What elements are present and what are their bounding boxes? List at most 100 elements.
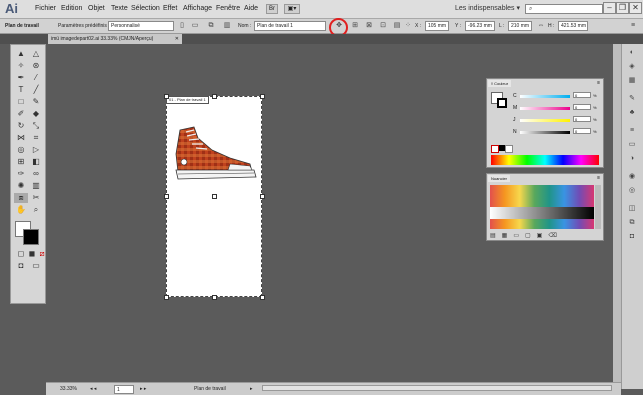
artboard-handle[interactable] [260, 295, 265, 300]
lasso-tool-icon[interactable]: ⊛ [29, 61, 43, 71]
swatches-panel-buttons[interactable]: ▤▦▭▢▣⌫ [490, 232, 563, 239]
eraser-tool-icon[interactable]: ◆ [29, 109, 43, 119]
magic-wand-tool-icon[interactable]: ✧ [14, 61, 28, 71]
artboard-nav-prev[interactable]: ◂ ◂ [90, 385, 96, 394]
black-value[interactable]: 0 [573, 128, 591, 134]
direct-selection-tool-icon[interactable]: △ [29, 49, 43, 59]
swatches-panel-tab[interactable]: Nuancier [488, 175, 511, 182]
gradient-icon[interactable]: ▭ [627, 140, 637, 150]
menu-fichier[interactable]: Fichier [35, 0, 56, 18]
slice-tool-icon[interactable]: ✂ [29, 193, 43, 203]
menu-aide[interactable]: Aide [244, 0, 258, 18]
appearance-icon[interactable]: ◉ [627, 172, 637, 182]
stroke-swatch[interactable] [23, 229, 39, 245]
stroke-icon[interactable]: ≡ [627, 126, 637, 136]
brushes-icon[interactable]: ✎ [627, 94, 637, 104]
magenta-slider[interactable] [520, 107, 570, 110]
zoom-level[interactable]: 33.33% [60, 385, 77, 394]
width-field[interactable]: 210 mm [508, 21, 532, 31]
artboard-handle[interactable] [260, 94, 265, 99]
width-tool-icon[interactable]: ⋈ [14, 133, 28, 143]
minimize-button[interactable]: – [603, 2, 616, 14]
status-menu-arrow[interactable]: ▸ [250, 385, 253, 394]
portrait-icon[interactable]: ▯ [177, 21, 187, 31]
delete-artboard-icon[interactable]: ▥ [222, 21, 232, 31]
align-icon[interactable]: ◘ [627, 232, 637, 242]
arrange-documents-button[interactable]: ▣▾ [284, 4, 300, 14]
cyan-slider[interactable] [520, 95, 570, 98]
stroke-swatch[interactable] [497, 98, 507, 108]
menu-texte[interactable]: Texte [111, 0, 128, 18]
preset-dropdown[interactable]: Personnalisé [108, 21, 174, 31]
scale-tool-icon[interactable]: ⤡ [29, 121, 43, 131]
search-field[interactable]: ⌕ [525, 4, 603, 14]
free-transform-tool-icon[interactable]: ⌗ [29, 133, 43, 143]
height-field[interactable]: 421.53 mm [558, 21, 588, 31]
workspace-switcher[interactable]: Les indispensables ▾ [455, 0, 520, 18]
yellow-value[interactable]: 0 [573, 116, 591, 122]
menu-fenetre[interactable]: Fenêtre [216, 0, 240, 18]
screen-mode-icon[interactable]: ▭ [29, 261, 43, 271]
artboard-handle[interactable] [212, 94, 217, 99]
none-mode-icon[interactable]: ⧄ [35, 249, 49, 259]
gradient-tool-icon[interactable]: ◧ [29, 157, 43, 167]
curvature-tool-icon[interactable]: ⁄ [29, 73, 43, 83]
white-swatch[interactable] [505, 145, 513, 153]
menu-effet[interactable]: Effet [163, 0, 177, 18]
reference-point-icon[interactable]: ⁘ [403, 21, 413, 31]
column-graph-tool-icon[interactable]: ▥ [29, 181, 43, 191]
artboards-icon[interactable]: ⧉ [627, 218, 637, 228]
vertical-scrollbar[interactable] [613, 44, 621, 382]
color-guide-icon[interactable]: ◈ [627, 62, 637, 72]
swatches-scrollbar[interactable] [595, 185, 601, 229]
magenta-value[interactable]: 0 [573, 104, 591, 110]
menu-selection[interactable]: Sélection [131, 0, 160, 18]
panel-menu-icon[interactable]: ≡ [597, 80, 600, 86]
show-center-mark-icon[interactable]: ⊞ [350, 21, 360, 31]
close-tab-icon[interactable]: ✕ [175, 34, 179, 44]
control-bar-menu-icon[interactable]: ≡ [628, 21, 638, 31]
color-panel-tab[interactable]: ◊ Couleur [488, 80, 512, 87]
artboard-handle[interactable] [260, 194, 265, 199]
selection-tool-icon[interactable]: ▲ [14, 49, 28, 59]
artboard-handle[interactable] [164, 295, 169, 300]
menu-edition[interactable]: Edition [61, 0, 82, 18]
zoom-tool-icon[interactable]: ⌕ [29, 205, 43, 215]
menu-affichage[interactable]: Affichage [183, 0, 212, 18]
artboard-handle[interactable] [212, 295, 217, 300]
show-cross-hairs-icon[interactable]: ⊠ [364, 21, 374, 31]
drawing-mode-icon[interactable]: ◘ [14, 261, 28, 271]
rectangle-tool-icon[interactable]: □ [14, 97, 28, 107]
document-tab[interactable]: imü imagedepart02.ai 33.33% (CMJN/Aperçu… [48, 34, 182, 44]
x-field[interactable]: 105 mm [425, 21, 449, 31]
perspective-grid-tool-icon[interactable]: ▷ [29, 145, 43, 155]
none-swatch[interactable] [491, 145, 499, 153]
artboard-handle[interactable] [164, 94, 169, 99]
landscape-icon[interactable]: ▭ [190, 21, 200, 31]
restore-button[interactable]: ❐ [616, 2, 629, 14]
close-button[interactable]: ✕ [629, 2, 642, 14]
black-slider[interactable] [520, 131, 570, 134]
symbols-icon[interactable]: ♣ [627, 108, 637, 118]
artboard-tool-icon[interactable]: ⧈ [14, 193, 28, 203]
graphic-styles-icon[interactable]: ◎ [627, 186, 637, 196]
symbol-sprayer-tool-icon[interactable]: ✺ [14, 181, 28, 191]
artboard-number[interactable]: 1 [114, 385, 134, 394]
color-spectrum[interactable] [491, 155, 599, 165]
show-video-safe-icon[interactable]: ⊡ [378, 21, 388, 31]
swatches-icon[interactable]: ▦ [627, 76, 637, 86]
paintbrush-tool-icon[interactable]: ✎ [29, 97, 43, 107]
horizontal-scrollbar[interactable] [262, 385, 612, 391]
bridge-button[interactable]: Br [266, 4, 278, 14]
cyan-value[interactable]: 0 [573, 92, 591, 98]
artboard-options-icon[interactable]: ▤ [392, 21, 402, 31]
grayscale-swatches[interactable] [490, 207, 594, 219]
pen-tool-icon[interactable]: ✒ [14, 73, 28, 83]
artboard-name-field[interactable]: Plan de travail 1 [254, 21, 326, 31]
panel-menu-icon[interactable]: ≡ [597, 175, 600, 181]
blend-tool-icon[interactable]: ∞ [29, 169, 43, 179]
rotate-tool-icon[interactable]: ↻ [14, 121, 28, 131]
line-tool-icon[interactable]: ╱ [29, 85, 43, 95]
hand-tool-icon[interactable]: ✋ [14, 205, 28, 215]
artboard-nav-next[interactable]: ▸ ▸ [140, 385, 146, 394]
